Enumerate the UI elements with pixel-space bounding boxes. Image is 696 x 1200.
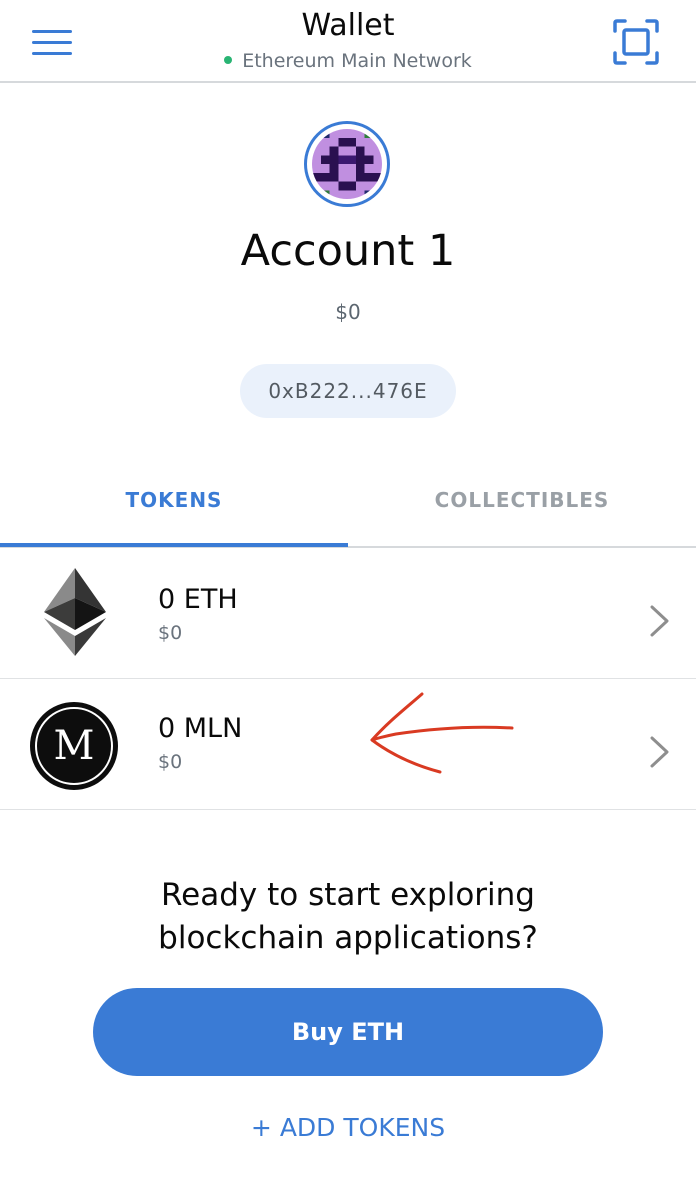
network-indicator[interactable]: Ethereum Main Network [0,50,696,72]
tab-tokens[interactable]: TOKENS [0,478,348,546]
chevron-right-icon [650,605,669,637]
explore-prompt: Ready to start exploring blockchain appl… [0,874,696,960]
add-tokens-link[interactable]: + ADD TOKENS [0,1113,696,1142]
token-fiat-value: $0 [158,622,183,644]
chevron-right-icon [650,736,669,768]
token-row-eth[interactable]: 0 ETH $0 [0,548,696,679]
token-amount: 0 ETH [158,584,238,615]
prompt-line-1: Ready to start exploring [161,877,535,913]
page-title: Wallet [301,8,395,43]
account-avatar[interactable] [304,121,390,207]
token-row-mln[interactable]: M 0 MLN $0 [0,679,696,810]
token-fiat-value: $0 [158,751,183,773]
melon-token-icon: M [30,702,118,790]
buy-eth-button[interactable]: Buy ETH [93,988,603,1076]
app-header: Wallet Ethereum Main Network [0,0,696,83]
token-amount: 0 MLN [158,713,243,744]
qr-scan-icon[interactable] [612,18,660,66]
prompt-line-2: blockchain applications? [158,920,538,956]
red-hand-drawn-arrow [370,692,514,774]
tab-collectibles[interactable]: COLLECTIBLES [348,478,696,546]
ethereum-icon [44,568,106,656]
network-name: Ethereum Main Network [242,50,472,72]
active-tab-indicator [0,543,348,547]
account-balance: $0 [335,300,361,324]
account-address-pill[interactable]: 0xB222...476E [240,364,456,418]
account-name[interactable]: Account 1 [0,226,696,276]
identicon-avatar [312,129,382,199]
network-status-dot [224,55,233,64]
